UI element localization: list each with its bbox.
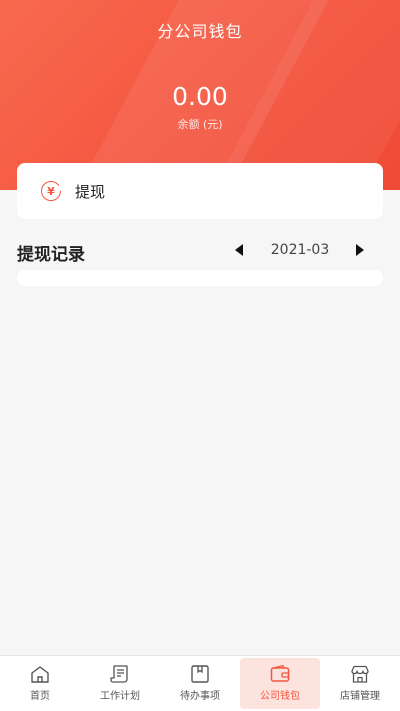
balance-label: 余额 (元) [177,118,223,131]
todo-icon [190,665,210,683]
home-icon [30,665,50,683]
next-month-button[interactable] [356,244,364,256]
records-list [17,270,383,286]
nav-label: 公司钱包 [260,691,300,702]
withdraw-label: 提现 [75,182,106,201]
previous-month-button[interactable] [235,244,243,256]
month-selector[interactable]: 2021-03 [262,242,338,258]
nav-label: 店铺管理 [340,691,380,702]
wallet-icon [270,665,290,683]
page-title: 分公司钱包 [157,22,243,41]
store-icon [350,665,370,683]
wallet-page: 分公司钱包 0.00 余额 (元) ¥ 提现 提现记录 2021-03 首页 工… [0,0,400,711]
nav-item-wallet[interactable]: 公司钱包 [240,658,320,709]
nav-item-home[interactable]: 首页 [0,658,80,709]
nav-label: 待办事项 [180,691,220,702]
nav-item-todo[interactable]: 待办事项 [160,658,240,709]
withdraw-button[interactable]: ¥ 提现 [17,163,383,219]
nav-label: 首页 [30,691,50,702]
nav-label: 工作计划 [100,691,140,702]
nav-item-store[interactable]: 店铺管理 [320,658,400,709]
balance-amount: 0.00 [172,82,228,111]
nav-item-plan[interactable]: 工作计划 [80,658,160,709]
bottom-nav: 首页 工作计划 待办事项 公司钱包 店铺管理 [0,655,400,711]
plan-icon [110,665,130,683]
records-title: 提现记录 [17,245,85,265]
wallet-header: 分公司钱包 0.00 余额 (元) [0,0,400,190]
yen-refresh-icon: ¥ [41,181,61,201]
